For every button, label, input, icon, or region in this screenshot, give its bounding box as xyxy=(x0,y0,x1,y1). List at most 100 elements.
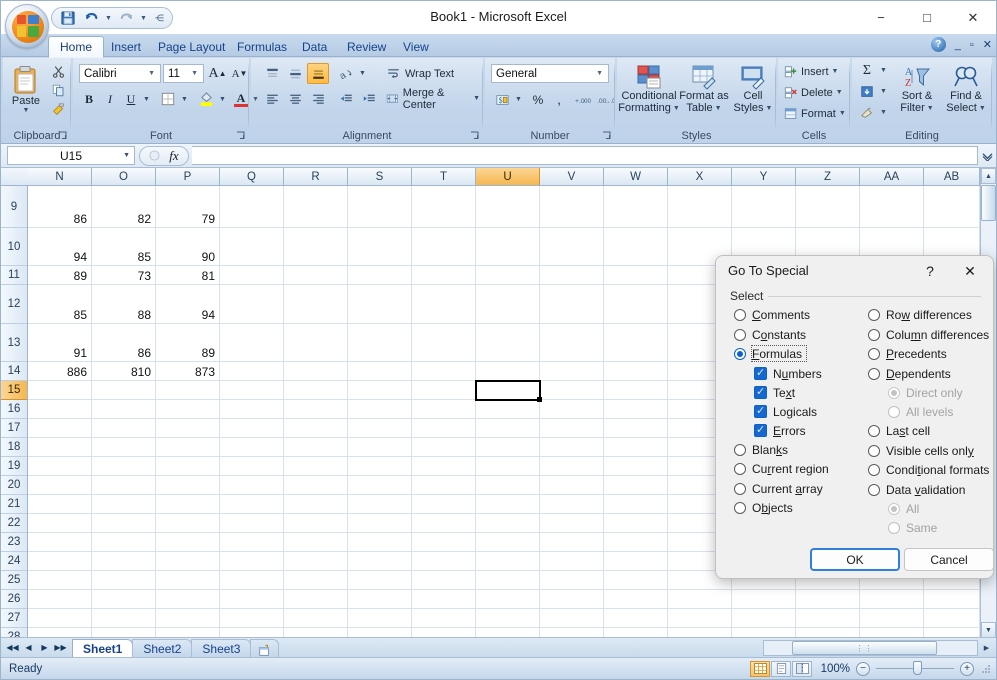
fill-dropdown-icon[interactable]: ▼ xyxy=(878,82,889,101)
cell-T15[interactable] xyxy=(412,381,476,400)
cell-R15[interactable] xyxy=(284,381,348,400)
previous-sheet-button[interactable]: ◀ xyxy=(21,640,36,655)
cell-R17[interactable] xyxy=(284,419,348,438)
cell-T22[interactable] xyxy=(412,514,476,533)
option-last-cell[interactable]: Last cell xyxy=(868,424,930,438)
delete-cells-dropdown-icon[interactable]: ▼ xyxy=(836,89,843,96)
align-middle-icon[interactable] xyxy=(284,63,306,84)
row-header-23[interactable]: 23 xyxy=(1,533,27,552)
cell-V26[interactable] xyxy=(540,590,604,609)
cell-U9[interactable] xyxy=(476,186,540,228)
cell-O9[interactable]: 82 xyxy=(92,186,156,228)
cell-S18[interactable] xyxy=(348,438,412,457)
paste-dropdown-icon[interactable]: ▼ xyxy=(23,107,30,114)
cell-Y27[interactable] xyxy=(732,609,796,628)
clipboard-dialog-launcher[interactable] xyxy=(57,130,68,141)
cell-W25[interactable] xyxy=(604,571,668,590)
save-icon[interactable] xyxy=(58,9,78,27)
column-header-r[interactable]: R xyxy=(284,168,348,185)
cancel-icon[interactable] xyxy=(144,148,164,164)
cell-P20[interactable] xyxy=(156,476,220,495)
column-header-w[interactable]: W xyxy=(604,168,668,185)
find-select-dropdown-icon[interactable]: ▼ xyxy=(979,105,986,112)
cell-O23[interactable] xyxy=(92,533,156,552)
name-box-dropdown-icon[interactable]: ▼ xyxy=(123,152,130,159)
checkbox-errors[interactable] xyxy=(754,423,767,437)
cell-P12[interactable]: 94 xyxy=(156,285,220,324)
cell-U27[interactable] xyxy=(476,609,540,628)
cell-R10[interactable] xyxy=(284,228,348,266)
cell-W9[interactable] xyxy=(604,186,668,228)
cell-R14[interactable] xyxy=(284,362,348,381)
font-color-icon[interactable]: A xyxy=(231,89,251,109)
radio-row-differences[interactable] xyxy=(868,309,880,321)
cell-Q20[interactable] xyxy=(220,476,284,495)
option-row-differences[interactable]: Row differences xyxy=(868,308,972,322)
row-header-19[interactable]: 19 xyxy=(1,457,27,476)
align-bottom-icon[interactable] xyxy=(307,63,329,84)
cell-O12[interactable]: 88 xyxy=(92,285,156,324)
radio-column-differences[interactable] xyxy=(868,328,880,341)
page-layout-view-icon[interactable] xyxy=(771,660,791,677)
expand-formula-bar-icon[interactable] xyxy=(980,148,994,164)
cell-T16[interactable] xyxy=(412,400,476,419)
cell-O19[interactable] xyxy=(92,457,156,476)
option-objects[interactable]: Objects xyxy=(734,501,793,515)
cell-W26[interactable] xyxy=(604,590,668,609)
cell-W12[interactable] xyxy=(604,285,668,324)
cell-T21[interactable] xyxy=(412,495,476,514)
cell-O15[interactable] xyxy=(92,381,156,400)
cell-T26[interactable] xyxy=(412,590,476,609)
cell-V17[interactable] xyxy=(540,419,604,438)
tab-review[interactable]: Review xyxy=(336,36,397,57)
cell-P22[interactable] xyxy=(156,514,220,533)
fill-icon[interactable] xyxy=(856,82,878,101)
cell-P25[interactable] xyxy=(156,571,220,590)
clear-dropdown-icon[interactable]: ▼ xyxy=(878,103,889,122)
accounting-icon[interactable]: $ xyxy=(491,89,513,110)
column-header-p[interactable]: P xyxy=(156,168,220,185)
align-right-icon[interactable] xyxy=(307,88,329,109)
cell-U25[interactable] xyxy=(476,571,540,590)
cell-R27[interactable] xyxy=(284,609,348,628)
cell-T10[interactable] xyxy=(412,228,476,266)
tab-view[interactable]: View xyxy=(392,36,440,57)
cell-Z26[interactable] xyxy=(796,590,860,609)
format-cells-button[interactable]: Format ▼ xyxy=(782,104,848,123)
cell-S22[interactable] xyxy=(348,514,412,533)
cell-T24[interactable] xyxy=(412,552,476,571)
column-header-s[interactable]: S xyxy=(348,168,412,185)
radio-current-region[interactable] xyxy=(734,463,746,475)
cell-Q26[interactable] xyxy=(220,590,284,609)
increase-indent-icon[interactable] xyxy=(358,88,380,109)
cell-V22[interactable] xyxy=(540,514,604,533)
option-data-validation[interactable]: Data validation xyxy=(868,483,965,497)
cell-X9[interactable] xyxy=(668,186,732,228)
underline-dropdown-icon[interactable]: ▼ xyxy=(141,89,152,109)
cell-O24[interactable] xyxy=(92,552,156,571)
autosum-button[interactable]: Σ xyxy=(856,61,878,80)
cell-W24[interactable] xyxy=(604,552,668,571)
window-maximize-button[interactable]: □ xyxy=(904,1,950,34)
insert-function-icon[interactable]: fx xyxy=(164,148,184,164)
number-format-dropdown-icon[interactable]: ▼ xyxy=(593,70,606,77)
cell-Y26[interactable] xyxy=(732,590,796,609)
row-header-12[interactable]: 12 xyxy=(1,285,27,324)
cell-P9[interactable]: 79 xyxy=(156,186,220,228)
cell-R24[interactable] xyxy=(284,552,348,571)
radio-constants[interactable] xyxy=(734,328,746,341)
row-header-25[interactable]: 25 xyxy=(1,571,27,590)
cell-T17[interactable] xyxy=(412,419,476,438)
grow-font-button[interactable]: A ▲ xyxy=(207,63,228,84)
cell-Q23[interactable] xyxy=(220,533,284,552)
cut-icon[interactable] xyxy=(49,63,67,80)
cell-S19[interactable] xyxy=(348,457,412,476)
window-minimize-button[interactable]: − xyxy=(858,1,904,34)
tab-data[interactable]: Data xyxy=(291,36,338,57)
cell-V12[interactable] xyxy=(540,285,604,324)
sort-filter-dropdown-icon[interactable]: ▼ xyxy=(927,105,934,112)
cell-V27[interactable] xyxy=(540,609,604,628)
font-size-combobox[interactable]: 11 ▼ xyxy=(163,64,204,83)
insert-worksheet-icon[interactable] xyxy=(250,638,280,658)
cell-R11[interactable] xyxy=(284,266,348,285)
